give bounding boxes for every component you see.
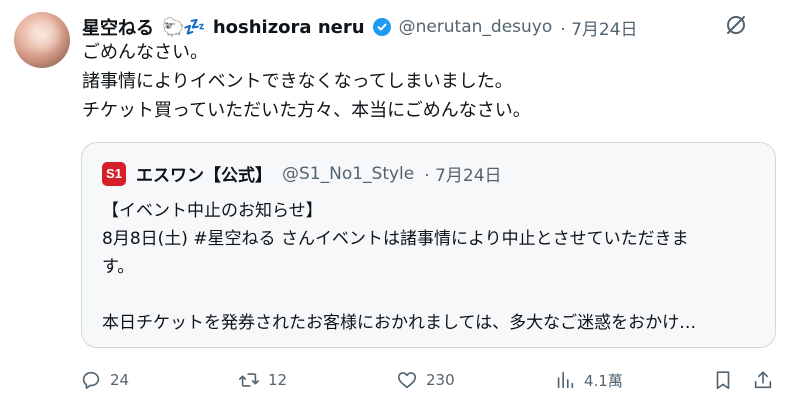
quoted-line: 8月8日(土) #星空ねる さんイベントは諸事情により中止とさせていただきま <box>102 229 689 249</box>
views-icon <box>557 371 574 389</box>
post-date[interactable]: · 7月24日 <box>560 15 637 40</box>
quoted-blank-line <box>102 281 762 309</box>
avatar[interactable] <box>14 12 70 68</box>
display-name-en[interactable]: hoshizora neru <box>213 17 365 38</box>
post-text: ごめんなさい。 諸事情によりイベントできなくなってしまいました。 チケット買って… <box>82 38 762 125</box>
quoted-date: · 7月24日 <box>424 166 502 186</box>
reply-icon <box>82 371 100 390</box>
share-button[interactable] <box>752 364 774 396</box>
grok-icon[interactable] <box>724 13 748 37</box>
post-line: ごめんなさい。 <box>82 42 208 63</box>
share-icon <box>754 371 772 389</box>
views-button[interactable]: 4.1萬 <box>554 364 623 396</box>
quoted-handle: @S1_No1_Style <box>282 163 415 184</box>
bookmark-icon <box>716 371 730 390</box>
reply-count: 24 <box>110 371 130 389</box>
post-line: チケット買っていただいた方々、本当にごめんなさい。 <box>82 100 531 121</box>
author-handle[interactable]: @nerutan_desuyo <box>399 17 553 37</box>
verified-badge-icon <box>372 18 391 36</box>
action-bar: 24 12 230 4.1萬 <box>80 364 780 396</box>
repost-count: 12 <box>268 371 288 389</box>
heart-icon <box>397 372 417 389</box>
post-line: 諸事情によりイベントできなくなってしまいました。 <box>82 71 513 92</box>
bookmark-button[interactable] <box>712 364 734 396</box>
status-emoji: 🐑💤 <box>162 16 206 38</box>
display-name[interactable]: 星空ねる <box>82 14 154 40</box>
repost-button[interactable]: 12 <box>238 364 287 396</box>
quoted-line: す。 <box>102 257 135 277</box>
like-button[interactable]: 230 <box>396 364 455 396</box>
quoted-post-header: S1 エスワン【公式】 @S1_No1_Style · 7月24日 <box>102 161 502 186</box>
views-count: 4.1萬 <box>584 371 623 390</box>
quoted-post[interactable]: S1 エスワン【公式】 @S1_No1_Style · 7月24日 【イベント中… <box>81 142 776 348</box>
like-count: 230 <box>426 371 455 389</box>
repost-icon <box>239 373 259 387</box>
reply-button[interactable]: 24 <box>80 364 129 396</box>
quoted-text: 【イベント中止のお知らせ】 8月8日(土) #星空ねる さんイベントは諸事情によ… <box>102 197 762 337</box>
quoted-line: 本日チケットを発券されたお客様におかれましては、多大なご迷惑をおかけ… <box>102 313 697 333</box>
s1-logo: S1 <box>102 161 126 186</box>
quoted-display-name: エスワン【公式】 <box>136 166 272 186</box>
quoted-line: 【イベント中止のお知らせ】 <box>102 201 323 221</box>
